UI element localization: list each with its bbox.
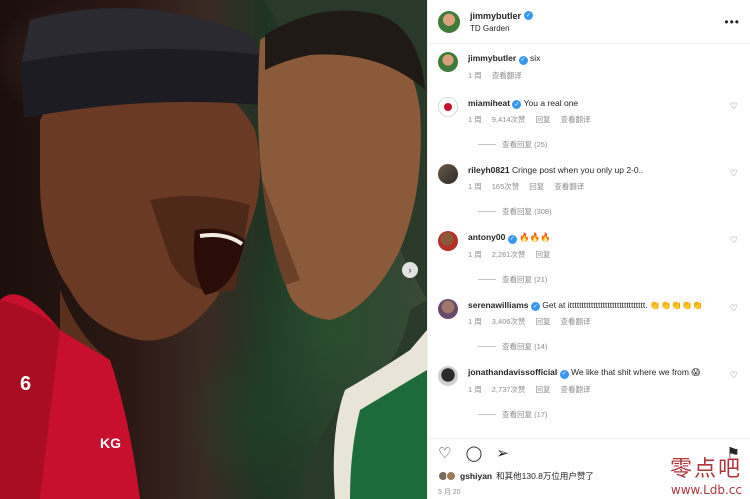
commenter-avatar[interactable] (438, 298, 458, 319)
liker-username[interactable]: gshiyan (460, 471, 492, 481)
comment-likes[interactable]: 2,261次赞 (492, 249, 526, 260)
commenter-avatar[interactable] (438, 96, 458, 117)
comment-time: 1 周 (468, 182, 482, 191)
comment-time: 1 周 (468, 317, 482, 326)
reply-link[interactable]: 回复 (529, 181, 544, 192)
author-avatar[interactable] (438, 10, 460, 33)
comment-text: 🔥🔥🔥 (519, 232, 551, 242)
view-replies[interactable]: 查看回复 (14) (478, 341, 740, 352)
photo-illustration: 6 KG (0, 0, 427, 499)
view-replies-label[interactable]: 查看回复 (25) (502, 139, 547, 150)
translate-link[interactable]: 查看翻译 (554, 181, 584, 192)
verified-badge-icon: ✓ (559, 369, 569, 379)
heart-icon[interactable]: ♡ (730, 101, 738, 112)
commenter-avatar[interactable] (438, 231, 458, 251)
divider (478, 413, 496, 415)
verified-badge-icon: ✓ (530, 302, 540, 311)
view-replies-label[interactable]: 查看回复 (308) (502, 206, 552, 217)
svg-text:KG: KG (100, 435, 121, 451)
heart-icon[interactable]: ♡ (730, 370, 738, 381)
view-replies-label[interactable]: 查看回复 (21) (502, 274, 547, 285)
verified-badge-icon: ✓ (524, 11, 534, 20)
reply-link[interactable]: 回复 (536, 316, 551, 327)
view-replies-label[interactable]: 查看回复 (17) (502, 409, 547, 420)
likes-summary[interactable]: gshiyan 和其他130.8万位用户赞了 (438, 470, 594, 482)
verified-badge-icon: ✓ (512, 100, 522, 109)
chevron-right-icon[interactable]: › (402, 262, 418, 278)
comment-time: 1 周 (468, 249, 482, 259)
likes-text[interactable]: 和其他130.8万位用户赞了 (496, 470, 594, 482)
comment-text: Cringe post when you only up 2-0.. (511, 165, 644, 175)
divider (478, 278, 496, 280)
comment-text: You a real one (523, 97, 579, 108)
author-avatar[interactable] (438, 52, 458, 72)
comment-time: 1 周 (468, 384, 482, 394)
liker-avatar (446, 471, 456, 481)
translate-link[interactable]: 查看翻译 (561, 316, 591, 327)
divider (478, 346, 496, 347)
divider (478, 211, 496, 212)
comment-item: serenawilliams ✓ Get at ittttttttttttttt… (438, 298, 740, 328)
comments-list: jimmybutler ✓ six 1 周 查看翻译 miamiheat ✓ Y… (428, 44, 750, 420)
comment-icon[interactable]: ◯ (465, 444, 482, 462)
post-date: 5 月 20 (438, 489, 461, 496)
comment-username[interactable]: antony00 (468, 232, 505, 242)
comment-likes[interactable]: 165次赞 (492, 181, 520, 192)
reply-link[interactable]: 回复 (536, 114, 551, 125)
post-photo[interactable]: 6 KG › (0, 0, 427, 499)
comment-item: rileyh0821 Cringe post when you only up … (438, 164, 740, 192)
comment-time: 1 周 (468, 115, 482, 124)
commenter-avatar[interactable] (438, 366, 458, 386)
svg-text:6: 6 (20, 373, 31, 395)
post-location[interactable]: TD Garden (470, 24, 533, 33)
post-header: jimmybutler ✓ TD Garden ••• (428, 0, 750, 44)
caption-text: six (529, 53, 541, 63)
comment-item: miamiheat ✓ You a real one 1 周 9,414次赞 回… (438, 96, 740, 126)
comment-likes[interactable]: 9,414次赞 (492, 114, 526, 125)
comment-username[interactable]: jonathandavissofficial (468, 367, 557, 377)
post-sidebar: jimmybutler ✓ TD Garden ••• jimmybutler … (427, 0, 750, 499)
heart-icon[interactable]: ♡ (730, 235, 738, 246)
more-icon[interactable]: ••• (724, 15, 740, 29)
verified-badge-icon: ✓ (507, 234, 517, 244)
comment-text: Get at itttttttttttttttttttttttttttttttt… (542, 299, 703, 310)
comment-likes[interactable]: 2,737次赞 (492, 384, 526, 395)
reply-link[interactable]: 回复 (536, 249, 551, 260)
comment-text: We like that shit where we from 😱 (571, 367, 701, 377)
watermark-url: www.Ldb.cc (670, 483, 742, 497)
instagram-post: 6 KG › jimmybutler ✓ TD Garden ••• jimmy… (0, 0, 750, 499)
share-icon[interactable]: ➢ (496, 444, 509, 462)
heart-icon[interactable]: ♡ (730, 168, 738, 179)
view-replies[interactable]: 查看回复 (308) (478, 206, 740, 217)
comment-username[interactable]: miamiheat (468, 98, 510, 108)
watermark-cn: 零点吧 (669, 457, 742, 482)
comment-username[interactable]: rileyh0821 (468, 165, 510, 175)
view-replies[interactable]: 查看回复 (25) (478, 139, 740, 150)
comment-item: antony00 ✓ 🔥🔥🔥 1 周 2,261次赞 回复 ♡ (438, 231, 740, 260)
comment-username[interactable]: serenawilliams (468, 300, 528, 310)
comment-likes[interactable]: 3,406次赞 (492, 316, 526, 327)
translate-link[interactable]: 查看翻译 (561, 384, 591, 395)
divider (478, 144, 496, 145)
commenter-avatar[interactable] (438, 164, 458, 184)
view-replies[interactable]: 查看回复 (17) (478, 409, 740, 420)
caption-username[interactable]: jimmybutler (468, 53, 516, 63)
caption: jimmybutler ✓ six 1 周 查看翻译 (438, 52, 740, 81)
reply-link[interactable]: 回复 (536, 384, 551, 395)
verified-badge-icon: ✓ (518, 55, 528, 65)
author-username[interactable]: jimmybutler (470, 11, 521, 21)
site-watermark: 零点吧 www.Ldb.cc (670, 451, 742, 497)
translate-link[interactable]: 查看翻译 (561, 114, 591, 125)
comment-item: jonathandavissofficial ✓ We like that sh… (438, 366, 740, 395)
heart-icon[interactable]: ♡ (438, 444, 451, 462)
translate-link[interactable]: 查看翻译 (492, 70, 522, 81)
view-replies[interactable]: 查看回复 (21) (478, 274, 740, 285)
heart-icon[interactable]: ♡ (730, 303, 738, 314)
view-replies-label[interactable]: 查看回复 (14) (502, 341, 547, 352)
caption-time: 1 周 (468, 70, 482, 80)
